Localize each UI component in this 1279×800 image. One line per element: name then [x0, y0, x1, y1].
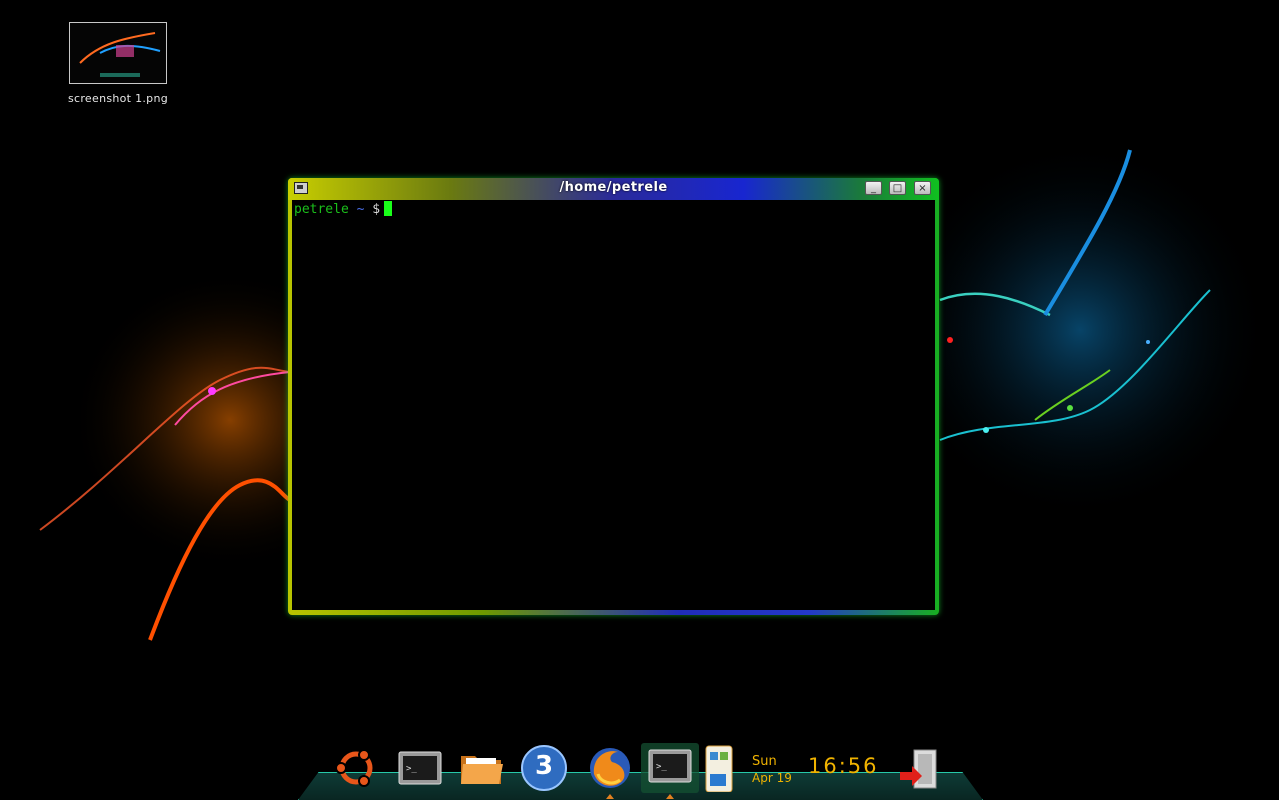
terminal-window: /home/petrele _ □ × petrele ~ $	[288, 178, 939, 615]
terminal-active-icon[interactable]: >_	[646, 744, 694, 799]
text-cursor	[384, 201, 393, 216]
close-button[interactable]: ×	[914, 181, 931, 195]
window-list-icon[interactable]	[702, 744, 750, 793]
desktop-file-label: screenshot 1.png	[67, 92, 169, 105]
terminal-area[interactable]: petrele ~ $	[292, 200, 935, 610]
workspace-number: 3	[534, 751, 554, 781]
maximize-button[interactable]: □	[889, 181, 906, 195]
window-title: /home/petrele	[559, 180, 668, 195]
firefox-icon[interactable]	[586, 744, 634, 799]
dock-panel: >_ 3 >_ Sun Apr 19 16:56	[298, 740, 983, 800]
terminal-prompt: petrele ~ $	[294, 201, 393, 217]
ubuntu-icon[interactable]	[332, 744, 380, 792]
clock-time: 16:56	[808, 754, 879, 778]
prompt-symbol: $	[372, 202, 381, 217]
prompt-user: petrele	[294, 202, 349, 217]
svg-text:>_: >_	[656, 762, 667, 772]
terminal-icon[interactable]: >_	[396, 744, 444, 792]
running-indicator	[606, 794, 614, 799]
image-thumbnail-icon	[69, 22, 167, 84]
logout-icon[interactable]	[896, 744, 944, 792]
window-titlebar[interactable]: /home/petrele _ □ ×	[288, 178, 939, 200]
clock-day: Sun	[752, 754, 777, 769]
prompt-path: ~	[356, 202, 365, 217]
clock-widget[interactable]: Sun Apr 19 16:56	[752, 754, 912, 794]
minimize-button[interactable]: _	[865, 181, 882, 195]
clock-date: Apr 19	[752, 771, 792, 785]
svg-text:>_: >_	[406, 764, 417, 774]
desktop-file-screenshot[interactable]: screenshot 1.png	[58, 22, 178, 105]
workspace-switcher[interactable]: 3	[520, 744, 568, 792]
running-indicator	[666, 794, 674, 799]
folder-icon[interactable]	[458, 744, 506, 792]
